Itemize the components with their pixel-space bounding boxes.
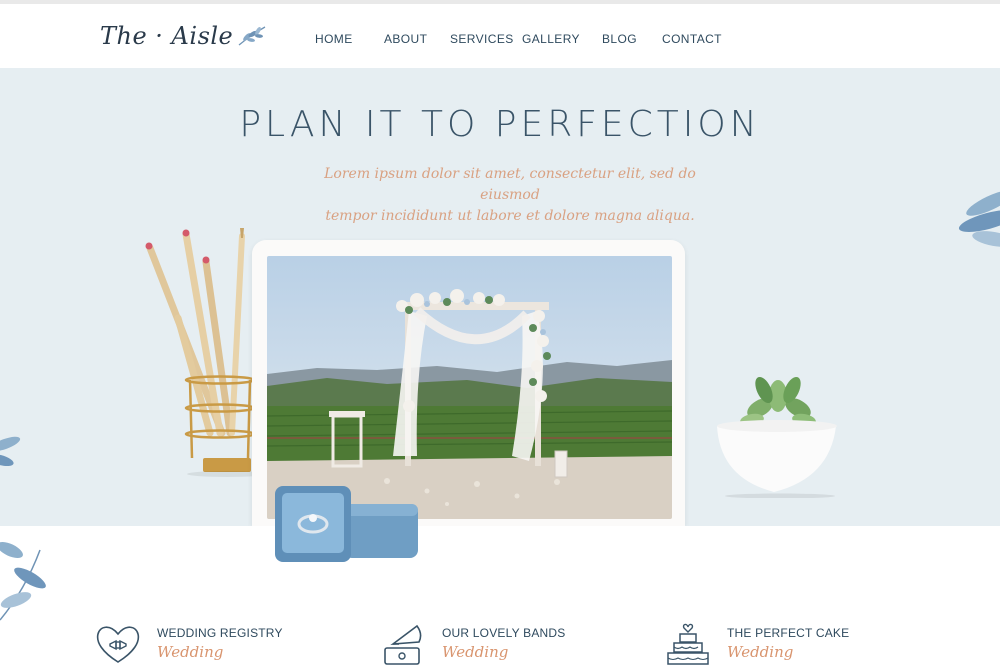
pencil-cup-illustration <box>145 228 260 477</box>
wedding-cake-icon <box>667 623 709 665</box>
wedding-arch-image <box>267 256 672 519</box>
nav-blog[interactable]: BLOG <box>602 32 637 46</box>
nav-gallery[interactable]: GALLERY <box>522 32 580 46</box>
feature-wedding-registry[interactable]: WEDDING REGISTRY Wedding <box>94 622 294 667</box>
leaf-sprig-icon <box>238 26 266 46</box>
nav-contact[interactable]: CONTACT <box>662 32 722 46</box>
succulent-plant-illustration <box>717 376 837 498</box>
hero-section: PLAN IT TO PERFECTION Lorem ipsum dolor … <box>0 68 1000 526</box>
heart-bowtie-icon <box>96 626 140 663</box>
site-header: The · Aisle HOME ABOUT SERVICES GALLERY … <box>0 4 1000 68</box>
wedding-arch-photo <box>267 256 672 519</box>
feature-subtitle: Wedding <box>727 643 794 661</box>
feature-title: THE PERFECT CAKE <box>727 626 850 640</box>
feature-perfect-cake[interactable]: THE PERFECT CAKE Wedding <box>664 622 864 667</box>
feature-title: WEDDING REGISTRY <box>157 626 283 640</box>
eucalyptus-leaf-decoration <box>958 190 1000 247</box>
feature-lovely-bands[interactable]: OUR LOVELY BANDS Wedding <box>379 622 579 667</box>
hero-subtitle: Lorem ipsum dolor sit amet, consectetur … <box>300 164 720 227</box>
eucalyptus-leaf-decoration-left <box>0 436 21 467</box>
nav-home[interactable]: HOME <box>315 32 353 46</box>
hero-subtitle-line-1: Lorem ipsum dolor sit amet, consectetur … <box>324 166 696 203</box>
site-logo[interactable]: The · Aisle <box>100 22 267 50</box>
gramophone-icon <box>384 624 422 665</box>
hero-title: PLAN IT TO PERFECTION <box>239 104 761 145</box>
ring-box-illustration <box>275 486 418 562</box>
feature-title: OUR LOVELY BANDS <box>442 626 566 640</box>
feature-subtitle: Wedding <box>157 643 224 661</box>
nav-services[interactable]: SERVICES <box>450 32 514 46</box>
logo-text: The · Aisle <box>100 22 234 50</box>
nav-about[interactable]: ABOUT <box>384 32 427 46</box>
hero-subtitle-line-2: tempor incididunt ut labore et dolore ma… <box>325 208 695 224</box>
eucalyptus-leaf-decoration-lower <box>0 541 46 621</box>
feature-subtitle: Wedding <box>442 643 509 661</box>
